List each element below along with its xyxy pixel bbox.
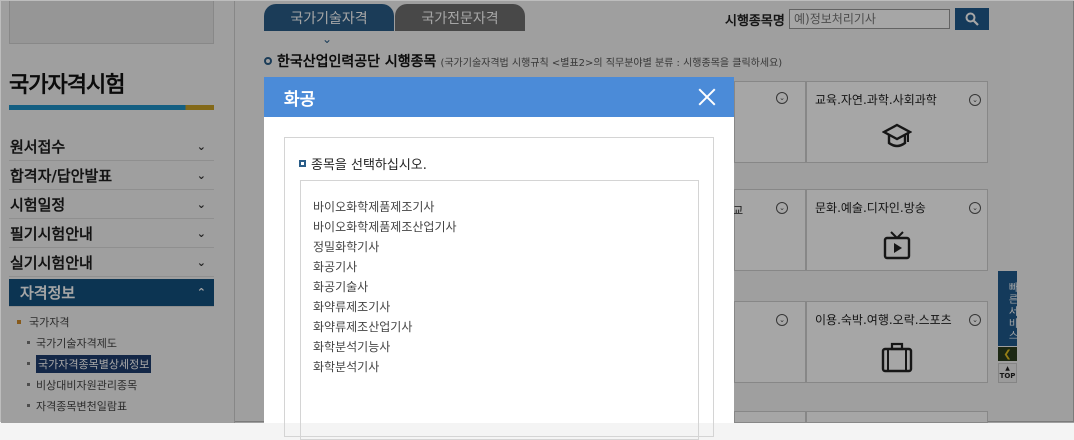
page: 국가자격시험 원서접수 ⌄ 합격자/답안발표 ⌄ 시험일정 ⌄ 필기시험안내 ⌄ 실기시… (0, 0, 1074, 440)
modal-body: 종목을 선택하십시오. 바이오화학제품제조기사 바이오화학제품제조산업기사 정밀… (284, 137, 714, 440)
list-item[interactable]: 화학분석기사 (301, 357, 698, 377)
item-list: 바이오화학제품제조기사 바이오화학제품제조산업기사 정밀화학기사 화공기사 화공… (300, 180, 699, 440)
category-modal: 화공 종목을 선택하십시오. 바이오화학제품제조기사 바이오화학제품제조산업기사… (264, 77, 734, 440)
list-item[interactable]: 정밀화학기사 (301, 237, 698, 257)
list-item[interactable]: 화약류제조기사 (301, 297, 698, 317)
modal-title: 화공 (284, 89, 316, 110)
modal-header: 화공 (264, 77, 734, 117)
list-item[interactable]: 화공기사 (301, 257, 698, 277)
list-item[interactable]: 화공기술사 (301, 277, 698, 297)
prompt-text: 종목을 선택하십시오. (311, 158, 427, 173)
close-icon[interactable] (698, 88, 716, 106)
list-item[interactable]: 화약류제조산업기사 (301, 317, 698, 337)
square-bullet-icon (299, 160, 306, 167)
modal-prompt: 종목을 선택하십시오. (299, 154, 427, 173)
list-item[interactable]: 바이오화학제품제조기사 (301, 197, 698, 217)
list-item[interactable]: 화학분석기능사 (301, 337, 698, 357)
list-item[interactable]: 바이오화학제품제조산업기사 (301, 217, 698, 237)
